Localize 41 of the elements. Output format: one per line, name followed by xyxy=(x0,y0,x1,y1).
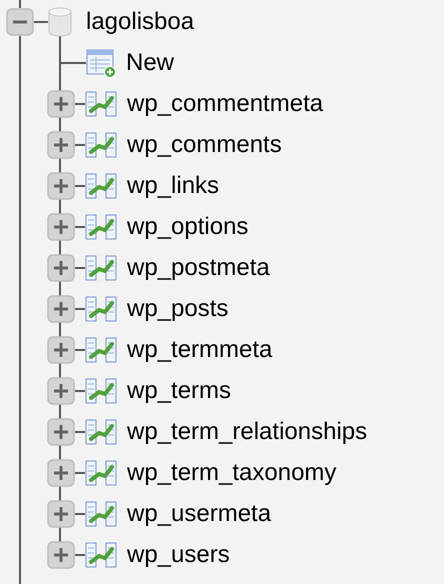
table-name[interactable]: wp_term_relationships xyxy=(127,420,368,444)
table-icon xyxy=(85,376,117,406)
table-name[interactable]: wp_usermeta xyxy=(127,502,272,526)
expand-icon[interactable] xyxy=(47,500,75,528)
table-icon xyxy=(85,498,117,528)
database-name[interactable]: lagolisboa xyxy=(86,10,194,34)
table-icon xyxy=(85,252,117,282)
expand-icon[interactable] xyxy=(47,90,75,118)
expand-icon[interactable] xyxy=(47,540,75,568)
database-icon xyxy=(48,6,72,36)
table-name[interactable]: wp_terms xyxy=(127,378,232,402)
table-name[interactable]: wp_links xyxy=(127,174,220,198)
table-name[interactable]: wp_users xyxy=(127,542,230,566)
collapse-icon[interactable] xyxy=(6,8,34,36)
expand-icon[interactable] xyxy=(47,376,75,404)
expand-icon[interactable] xyxy=(47,254,75,282)
expand-icon[interactable] xyxy=(47,212,75,240)
expand-icon[interactable] xyxy=(47,130,75,158)
table-name[interactable]: wp_postmeta xyxy=(127,256,270,280)
table-name[interactable]: wp_comments xyxy=(127,132,282,156)
table-icon xyxy=(85,416,117,446)
new-table-icon xyxy=(86,48,116,78)
table-icon xyxy=(85,294,117,324)
table-icon xyxy=(85,88,117,118)
table-icon xyxy=(85,540,117,570)
expand-icon[interactable] xyxy=(47,336,75,364)
expand-icon[interactable] xyxy=(47,458,75,486)
expand-icon[interactable] xyxy=(47,418,75,446)
table-icon xyxy=(85,212,117,242)
expand-icon[interactable] xyxy=(47,294,75,322)
table-name[interactable]: wp_commentmeta xyxy=(127,92,324,116)
table-icon xyxy=(85,458,117,488)
table-name[interactable]: wp_posts xyxy=(127,296,228,320)
table-icon xyxy=(85,130,117,160)
table-name[interactable]: wp_term_taxonomy xyxy=(127,460,336,484)
table-icon xyxy=(85,170,117,200)
new-table-link[interactable]: New xyxy=(126,50,174,74)
expand-icon[interactable] xyxy=(47,172,75,200)
table-name[interactable]: wp_options xyxy=(127,214,248,238)
table-icon xyxy=(85,334,117,364)
table-name[interactable]: wp_termmeta xyxy=(127,338,272,362)
